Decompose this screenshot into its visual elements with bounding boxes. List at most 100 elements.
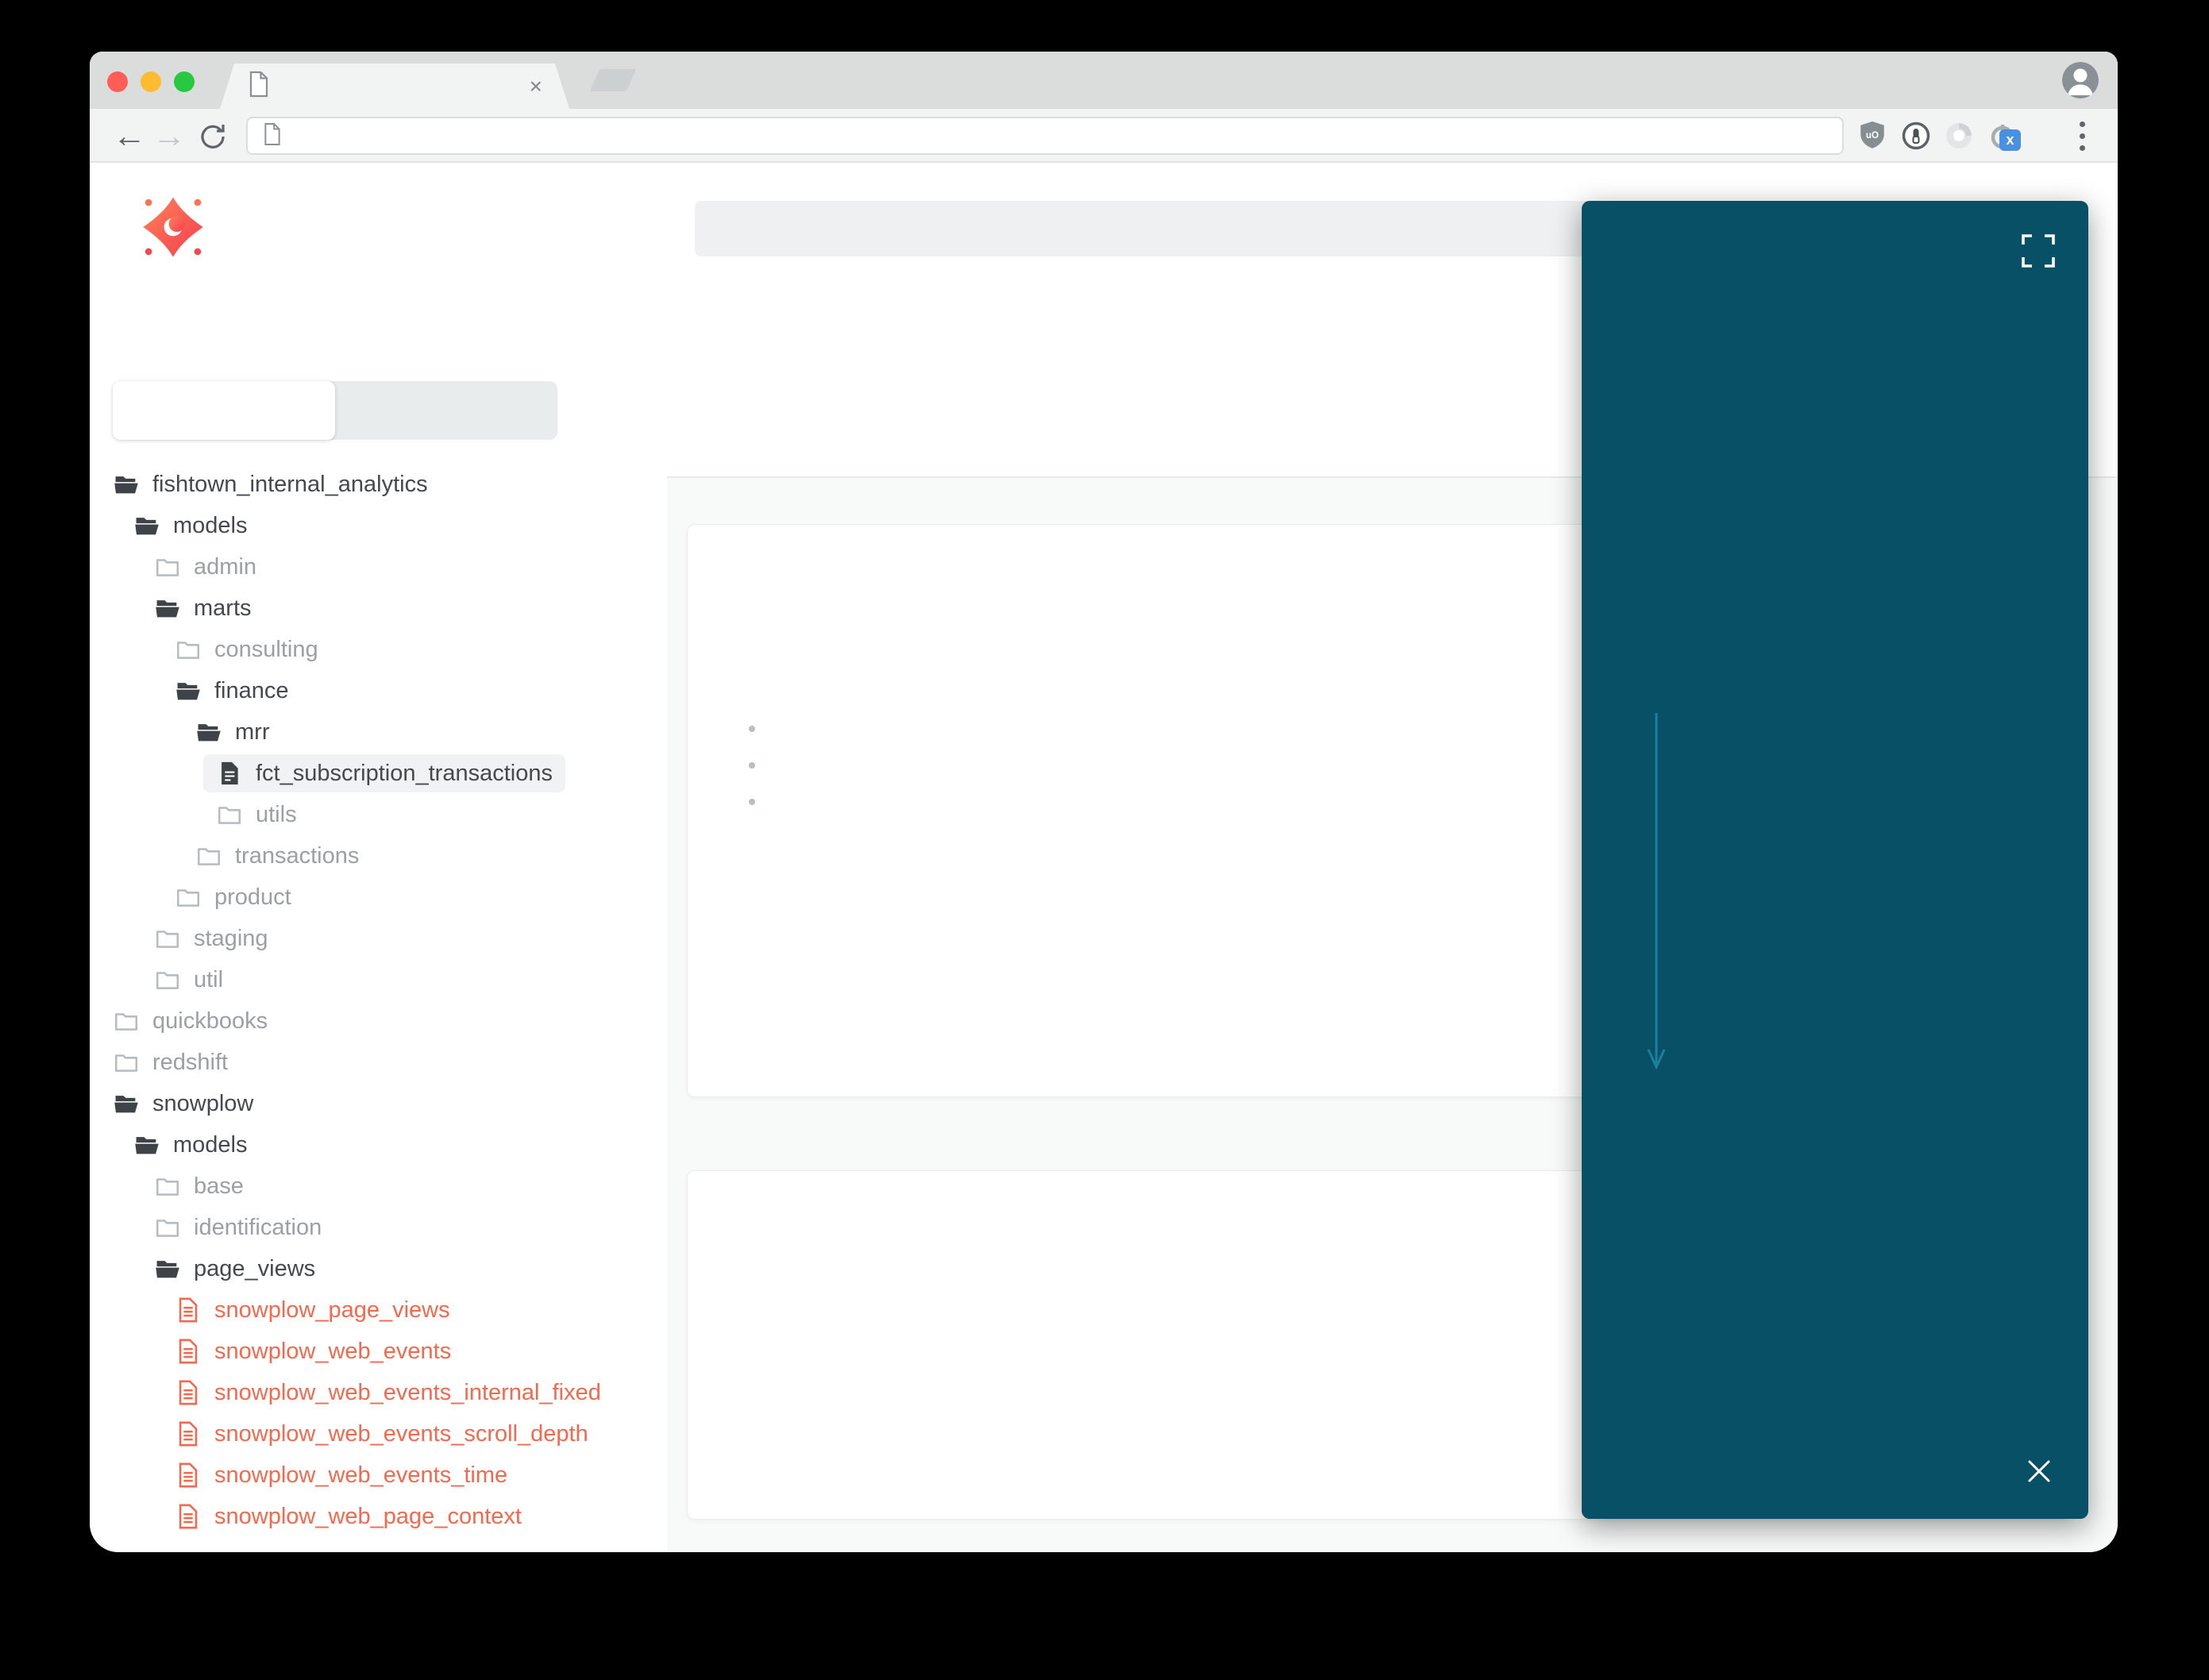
tree-item[interactable]: product: [90, 877, 667, 918]
folder-open-icon: [135, 1137, 159, 1154]
folder-closed-icon: [218, 807, 241, 824]
tree-item[interactable]: admin: [90, 546, 667, 588]
tree-item-label: snowplow_web_page_context: [214, 1503, 522, 1529]
folder-closed-icon: [156, 1178, 179, 1196]
folder-closed-icon: [156, 972, 179, 989]
power-extension-icon[interactable]: x: [1983, 109, 2022, 163]
tree-item-label: snowplow_web_events_internal_fixed: [214, 1379, 601, 1405]
power-extension-badge: x: [1999, 129, 2021, 151]
tree-item[interactable]: snowplow: [90, 1083, 667, 1124]
forward-button[interactable]: →: [152, 109, 187, 163]
browser-tab[interactable]: ×: [220, 64, 569, 109]
folder-closed-icon: [176, 642, 200, 659]
file-tree: fishtown_internal_analytics models admin…: [90, 464, 667, 1537]
file-error-icon: [179, 1462, 198, 1488]
folder-open-icon: [197, 724, 221, 742]
tree-item[interactable]: fishtown_internal_analytics: [90, 464, 667, 505]
tree-item-label: models: [173, 1131, 248, 1158]
tree-item-label: finance: [214, 677, 289, 703]
tree-item-label: transactions: [235, 842, 360, 869]
folder-closed-icon: [114, 1013, 138, 1031]
tab-project[interactable]: [113, 381, 335, 440]
tree-item[interactable]: transactions: [90, 835, 667, 877]
tree-item[interactable]: snowplow_web_events_internal_fixed: [90, 1372, 667, 1413]
tree-item[interactable]: fct_subscription_transactions: [90, 753, 667, 794]
tree-item[interactable]: models: [90, 505, 667, 546]
tree-item[interactable]: redshift: [90, 1042, 667, 1083]
back-button[interactable]: ←: [112, 109, 147, 163]
extension-circle-icon[interactable]: [1940, 109, 1978, 163]
tree-item-label: consulting: [214, 636, 318, 662]
tree-item[interactable]: models: [90, 1124, 667, 1166]
source-toggle: [113, 381, 557, 440]
folder-closed-icon: [156, 559, 179, 576]
tree-item-label: snowplow: [152, 1090, 254, 1116]
tree-item[interactable]: mrr: [90, 711, 667, 753]
folder-open-icon: [176, 683, 200, 700]
tree-item[interactable]: quickbooks: [90, 1000, 667, 1042]
tree-item[interactable]: staging: [90, 918, 667, 959]
tree-item-label: admin: [194, 553, 256, 580]
browser-toolbar: ← → uO x: [90, 109, 2118, 163]
folder-open-icon: [156, 600, 179, 618]
close-window-button[interactable]: [107, 71, 128, 92]
tree-item[interactable]: consulting: [90, 629, 667, 670]
tree-item[interactable]: finance: [90, 670, 667, 711]
folder-open-icon: [114, 476, 138, 494]
onepassword-icon[interactable]: [1897, 109, 1935, 163]
tree-item-label: redshift: [152, 1049, 229, 1075]
tree-item[interactable]: utils: [90, 794, 667, 835]
file-error-icon: [179, 1504, 198, 1529]
tree-item-label: util: [194, 966, 224, 992]
tree-item-label: models: [173, 512, 248, 538]
folder-closed-icon: [197, 848, 221, 865]
address-bar[interactable]: [246, 117, 1844, 155]
dbt-logo-icon[interactable]: [139, 193, 207, 261]
page-icon: [262, 122, 283, 150]
tree-item-label: snowplow_web_events_time: [214, 1462, 508, 1488]
tree-item[interactable]: snowplow_web_events: [90, 1331, 667, 1372]
tree-item-label: fishtown_internal_analytics: [152, 471, 428, 497]
folder-open-icon: [114, 1096, 138, 1113]
tree-item-label: base: [194, 1173, 244, 1199]
reload-button[interactable]: [195, 109, 229, 163]
tree-item[interactable]: snowplow_web_events_scroll_depth: [90, 1413, 667, 1455]
folder-closed-icon: [156, 1220, 179, 1237]
lineage-edge-arrow: [1647, 713, 1666, 1070]
maximize-window-button[interactable]: [174, 71, 195, 92]
menu-icon[interactable]: [2063, 109, 2101, 163]
tree-item-label: snowplow_web_events_scroll_depth: [214, 1420, 588, 1447]
tree-item-label: snowplow_web_events: [214, 1338, 452, 1364]
close-tab-icon[interactable]: ×: [530, 75, 542, 98]
minimize-window-button[interactable]: [141, 71, 161, 92]
tree-item-label: snowplow_page_views: [214, 1297, 450, 1323]
tree-item[interactable]: util: [90, 959, 667, 1000]
tree-item[interactable]: snowplow_page_views: [90, 1289, 667, 1331]
tree-item[interactable]: snowplow_web_page_context: [90, 1496, 667, 1537]
tree-item-label: fct_subscription_transactions: [256, 760, 553, 786]
folder-closed-icon: [176, 889, 200, 907]
tree-item-label: product: [214, 884, 291, 910]
ublock-origin-icon[interactable]: uO: [1853, 109, 1891, 163]
file-icon: [222, 761, 238, 785]
folder-open-icon: [135, 518, 159, 535]
tree-item-label: mrr: [235, 719, 270, 745]
tree-item[interactable]: page_views: [90, 1248, 667, 1289]
tree-item[interactable]: snowplow_web_events_time: [90, 1455, 667, 1496]
tree-item[interactable]: marts: [90, 588, 667, 629]
file-error-icon: [179, 1380, 198, 1405]
tree-item[interactable]: base: [90, 1166, 667, 1207]
folder-closed-icon: [156, 931, 179, 948]
browser-window: × ← → uO x fishtown_internal_analytics m…: [90, 52, 2118, 1552]
sidebar: fishtown_internal_analytics models admin…: [90, 294, 667, 1552]
profile-icon[interactable]: [2062, 62, 2099, 98]
tree-item-label: page_views: [194, 1255, 316, 1281]
close-icon[interactable]: [2025, 1457, 2053, 1489]
tree-item-label: quickbooks: [152, 1008, 268, 1034]
snowflake-icon[interactable]: [2026, 109, 2064, 163]
tree-item[interactable]: identification: [90, 1207, 667, 1248]
page-icon: [247, 71, 271, 102]
tree-item-label: marts: [194, 595, 252, 621]
new-tab-button[interactable]: [589, 69, 637, 91]
svg-text:uO: uO: [1866, 130, 1879, 141]
